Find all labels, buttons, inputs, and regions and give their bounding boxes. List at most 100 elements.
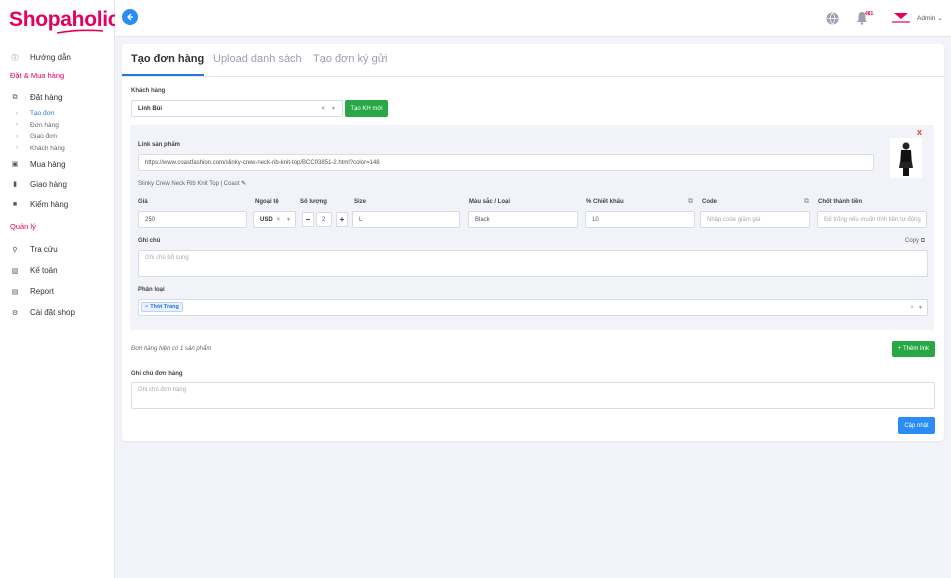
copy-note-button[interactable]: Copy ⧉ xyxy=(905,238,925,245)
copy-icon[interactable]: ⧉ xyxy=(804,198,809,206)
sidebar-item-delivery[interactable]: ▮ Giao hàng xyxy=(0,174,115,194)
section-order-purchase: Đặt & Mua hàng xyxy=(10,71,65,80)
gears-icon: ⚙ xyxy=(11,309,19,317)
tag-remove-icon[interactable]: × xyxy=(145,304,148,310)
sidebar-subitem-label: Đơn hàng xyxy=(30,121,59,129)
sidebar-item-label: Kế toán xyxy=(30,266,58,275)
admin-menu[interactable]: Admin ⌄ xyxy=(917,14,943,22)
product-link-input[interactable]: https://www.coastfashion.com/slinky-crew… xyxy=(138,154,874,171)
clear-icon[interactable]: × xyxy=(276,217,280,223)
currency-value: USD xyxy=(260,216,273,223)
sidebar-item-lookup[interactable]: ⚲ Tra cứu xyxy=(0,239,115,260)
sidebar-subitem-customers[interactable]: › Khách hàng xyxy=(0,143,115,155)
chevron-right-icon: › xyxy=(16,145,18,152)
product-link-label: Link sản phẩm xyxy=(138,142,181,148)
clear-icon[interactable]: × xyxy=(321,106,325,112)
section-management: Quản lý xyxy=(10,222,36,231)
globe-icon[interactable] xyxy=(826,12,839,25)
copy-icon: ⧉ xyxy=(920,238,925,244)
notification-badge: 481 xyxy=(865,11,874,17)
update-button[interactable]: Cập nhật xyxy=(898,417,935,434)
quantity-input[interactable]: 2 xyxy=(316,212,332,227)
final-amount-label: Chốt thành tiền xyxy=(818,199,862,205)
sidebar-item-label: Giao hàng xyxy=(30,179,67,189)
tab-upload-list[interactable]: Upload danh sách xyxy=(213,53,302,65)
sidebar-item-inspection[interactable]: ■ Kiểm hàng xyxy=(0,194,115,214)
category-select[interactable]: × ▼ xyxy=(138,299,928,316)
discount-input[interactable]: 10 xyxy=(585,211,695,228)
sidebar-item-accounting[interactable]: ▧ Kế toán xyxy=(0,260,115,281)
sidebar-item-label: Report xyxy=(30,287,55,296)
product-title: Slinky Crew Neck Rib Knit Top | Coast ✎ xyxy=(138,180,246,187)
note-textarea[interactable]: Ghi chú bổ sung xyxy=(138,250,928,277)
pencil-icon[interactable]: ✎ xyxy=(241,181,246,187)
note-label: Ghi chú xyxy=(138,238,161,244)
color-type-input[interactable]: Black xyxy=(468,211,578,228)
copy-note-label: Copy xyxy=(905,238,920,244)
sidebar-subitem-deliver-order[interactable]: › Giao đơn xyxy=(0,131,115,143)
sidebar-item-report[interactable]: ▤ Report xyxy=(0,281,115,302)
product-image xyxy=(890,138,922,178)
chevron-down-icon: ▼ xyxy=(918,304,923,311)
price-label: Giá xyxy=(138,199,148,205)
sidebar-item-orders[interactable]: ⧉ Đặt hàng xyxy=(0,87,115,108)
sidebar-item-label: Đặt hàng xyxy=(30,93,63,102)
create-order-card: Tạo đơn hàng Upload danh sách Tạo đơn ký… xyxy=(122,44,944,441)
add-link-button[interactable]: + Thêm link xyxy=(892,341,935,357)
category-tag[interactable]: × Thời Trang xyxy=(141,302,183,312)
copy-icon[interactable]: ⧉ xyxy=(688,198,693,206)
sidebar-item-label: Cài đặt shop xyxy=(30,308,75,317)
sidebar-nav: ⓘ Hướng dẫn Đặt & Mua hàng ⧉ Đặt hàng › … xyxy=(0,50,115,323)
shopaholic-logo[interactable]: Shopaholic xyxy=(9,8,120,35)
sidebar-subitem-order-list[interactable]: › Đơn hàng xyxy=(0,120,115,132)
chart-icon: ▤ xyxy=(11,288,19,296)
size-label: Size xyxy=(354,199,367,205)
product-title-text: Slinky Crew Neck Rib Knit Top | Coast xyxy=(138,181,240,187)
quantity-label: Số lượng xyxy=(300,199,327,205)
color-type-label: Màu sắc / Loại xyxy=(469,199,511,205)
product-photo-icon xyxy=(890,138,922,178)
discount-code-input[interactable]: Nhập code giảm giá xyxy=(700,211,810,228)
chevron-down-icon: ⌄ xyxy=(937,15,943,22)
code-label: Code xyxy=(702,199,717,205)
arrow-left-icon xyxy=(127,13,133,21)
note-placeholder: Ghi chú bổ sung xyxy=(145,255,189,261)
currency-select[interactable]: USD × ▼ xyxy=(253,211,296,228)
sidebar-subitem-label: Khách hàng xyxy=(30,144,65,152)
chevron-right-icon: › xyxy=(16,133,18,140)
copy-icon: ⧉ xyxy=(12,93,18,101)
order-note-label: Ghi chú đơn hàng xyxy=(131,371,183,377)
sidebar-subitem-label: Giao đơn xyxy=(30,133,58,141)
logo-text: Shopaholic xyxy=(9,8,120,31)
cart-icon: ▣ xyxy=(11,161,19,168)
active-tab-indicator xyxy=(122,74,204,76)
sidebar-item-label: Tra cứu xyxy=(30,245,58,254)
chevron-down-icon: ▼ xyxy=(331,105,336,112)
customer-select[interactable]: Linh Bùi × ▼ xyxy=(131,100,343,117)
sidebar-subitem-label: Tạo đơn xyxy=(30,110,55,118)
size-input[interactable]: L xyxy=(352,211,460,228)
tab-create-order[interactable]: Tạo đơn hàng xyxy=(131,53,204,65)
quantity-increase-button[interactable]: + xyxy=(336,212,348,227)
back-button[interactable] xyxy=(122,9,138,25)
tab-consignment-order[interactable]: Tạo đơn ký gửi xyxy=(313,53,388,65)
order-note-textarea[interactable]: Ghi chú đơn hàng xyxy=(131,382,935,409)
category-label: Phân loại xyxy=(138,287,165,293)
final-amount-input[interactable]: Để trống nếu muốn tính tiền tự động xyxy=(817,211,927,228)
sidebar-item-purchase[interactable]: ▣ Mua hàng xyxy=(0,154,115,174)
price-input[interactable]: 250 xyxy=(138,211,247,228)
truck-icon: ▮ xyxy=(13,181,17,188)
order-summary-text: Đơn hàng hiện có 1 sản phẩm xyxy=(131,346,212,352)
shop-avatar-logo[interactable] xyxy=(891,11,911,25)
quantity-decrease-button[interactable]: − xyxy=(302,212,314,227)
sidebar-subitem-create-order[interactable]: › Tạo đơn xyxy=(0,108,115,120)
clear-icon[interactable]: × xyxy=(910,305,914,311)
sidebar-item-guide[interactable]: ⓘ Hướng dẫn xyxy=(0,50,115,65)
book-icon: ▧ xyxy=(11,267,19,275)
discount-label: % Chiết khấu xyxy=(586,199,624,205)
sidebar-item-shop-settings[interactable]: ⚙ Cài đặt shop xyxy=(0,302,115,323)
remove-product-icon[interactable]: x xyxy=(917,127,922,137)
new-customer-button[interactable]: Tạo KH mới xyxy=(345,100,388,117)
logo-swoosh-icon xyxy=(56,29,104,34)
customer-value: Linh Bùi xyxy=(138,105,162,112)
